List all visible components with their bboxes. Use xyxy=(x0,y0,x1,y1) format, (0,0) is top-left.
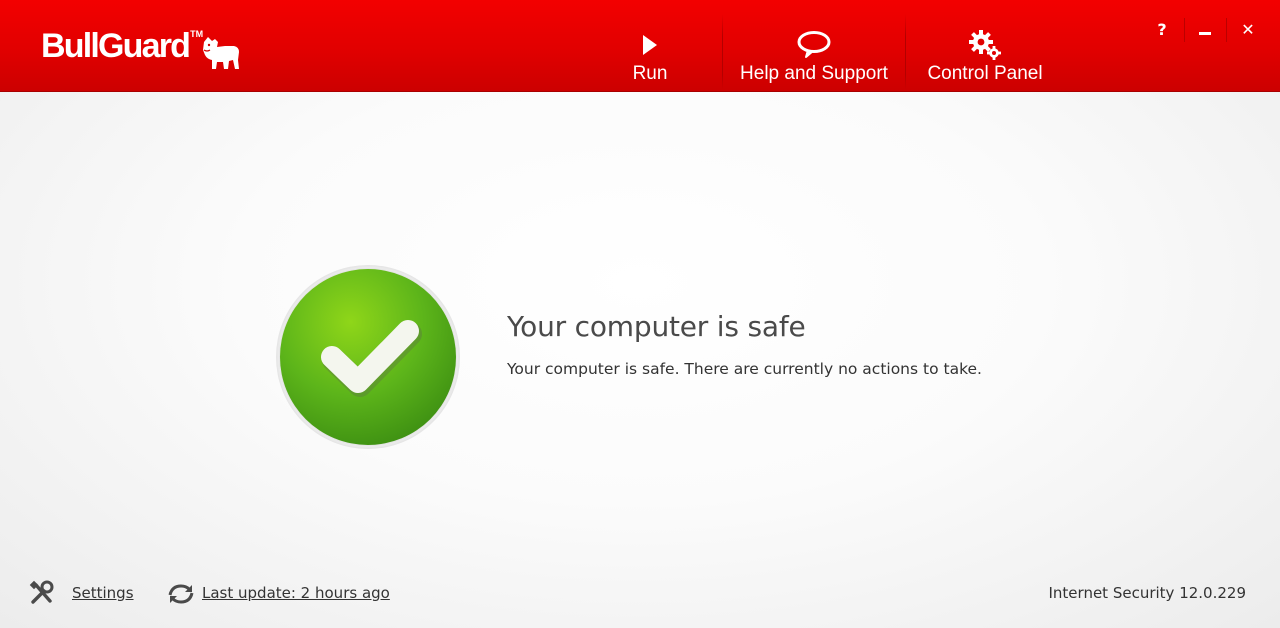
control-panel-label: Control Panel xyxy=(927,63,1043,84)
window-control-divider xyxy=(1226,18,1227,42)
bullguard-window: BullGuard TM Run Help and Support Contro… xyxy=(0,0,1280,628)
run-button[interactable]: Run xyxy=(626,0,674,91)
bulldog-icon xyxy=(201,36,241,76)
minimize-button[interactable] xyxy=(1193,17,1217,41)
refresh-icon[interactable] xyxy=(166,583,196,609)
settings-link[interactable]: Settings xyxy=(72,584,134,602)
nav-divider xyxy=(722,14,723,90)
last-update-link[interactable]: Last update: 2 hours ago xyxy=(202,584,390,602)
run-label: Run xyxy=(632,63,668,84)
header-bar: BullGuard TM Run Help and Support Contro… xyxy=(0,0,1280,92)
product-version: Internet Security 12.0.229 xyxy=(1048,584,1247,602)
nav-divider xyxy=(905,14,906,90)
status-message: Your computer is safe. There are current… xyxy=(507,360,982,378)
gears-icon xyxy=(967,30,1003,60)
logo-text: BullGuard xyxy=(41,27,191,65)
speech-bubble-icon xyxy=(796,30,832,60)
control-panel-button[interactable]: Control Panel xyxy=(922,0,1048,91)
settings-tools-icon[interactable] xyxy=(28,579,56,611)
bullguard-logo: BullGuard TM xyxy=(41,26,241,76)
checkmark-icon xyxy=(276,265,460,449)
help-and-support-label: Help and Support xyxy=(740,63,888,84)
help-window-button[interactable]: ? xyxy=(1150,17,1174,41)
status-title: Your computer is safe xyxy=(507,310,806,343)
window-control-divider xyxy=(1184,18,1185,42)
help-and-support-button[interactable]: Help and Support xyxy=(734,0,894,91)
close-button[interactable]: ✕ xyxy=(1236,17,1260,41)
play-icon xyxy=(641,30,659,60)
